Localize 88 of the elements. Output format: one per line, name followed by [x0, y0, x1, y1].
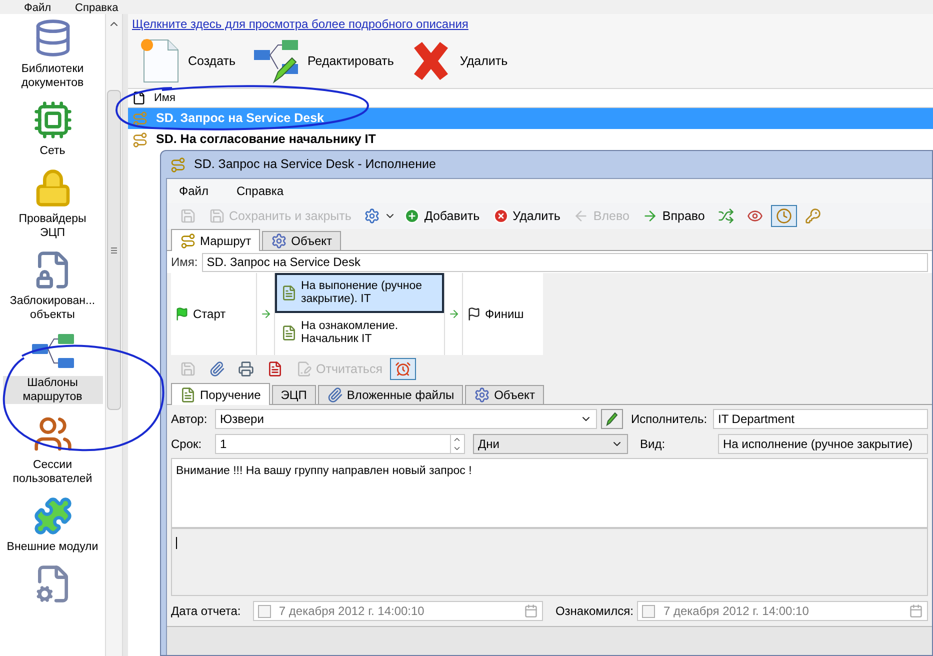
- tab[interactable]: Объект: [465, 385, 544, 404]
- plus-icon: [404, 208, 420, 224]
- toolbar-button[interactable]: Вправо: [637, 205, 710, 227]
- executor-field[interactable]: IT Department: [713, 409, 928, 429]
- flag-icon: [175, 307, 189, 321]
- field-label: Автор:: [171, 411, 208, 428]
- shuffle-icon: [718, 208, 734, 224]
- tab[interactable]: Вложенные файлы: [318, 385, 464, 404]
- route-sign-icon: [170, 156, 186, 172]
- checkbox[interactable]: [258, 604, 271, 618]
- field-label: Срок:: [171, 436, 203, 453]
- arrow-icon: [260, 308, 272, 320]
- settings-icon: [364, 208, 380, 224]
- checkbox[interactable]: [642, 604, 656, 618]
- arrow-icon: [448, 308, 460, 320]
- document-icon: [180, 386, 196, 402]
- menu-item[interactable]: Справка: [75, 2, 118, 14]
- route-start: Старт: [193, 306, 226, 323]
- printer-icon: [238, 361, 254, 377]
- toolbar-button[interactable]: Добавить: [399, 205, 485, 227]
- field-label: Исполнитель:: [631, 411, 708, 428]
- toolbar-button[interactable]: Редактировать: [248, 36, 398, 86]
- field-label: Вид:: [640, 436, 666, 453]
- field-label: Имя:: [171, 254, 198, 271]
- field-label: Дата отчета:: [171, 603, 242, 620]
- author-dropdown[interactable]: Юзвери: [215, 409, 597, 429]
- sidebar-item[interactable]: Шаблоны маршрутов: [2, 332, 102, 404]
- gear-icon: [271, 233, 288, 249]
- calendar-icon: [909, 604, 923, 618]
- save-icon: [209, 208, 225, 224]
- delete-icon: [492, 208, 509, 224]
- sidebar-item[interactable]: Сеть: [2, 100, 102, 158]
- paperclip-icon: [326, 387, 343, 403]
- toolbar-button[interactable]: [770, 205, 797, 227]
- term-spinbox[interactable]: 1: [215, 434, 465, 454]
- grip-icon: [111, 246, 117, 254]
- menu-item[interactable]: Файл: [179, 182, 209, 200]
- document-icon: [132, 91, 146, 105]
- menu-item[interactable]: Справка: [236, 182, 284, 200]
- pdf-document-icon: [267, 361, 283, 377]
- paperclip-icon: [209, 361, 225, 377]
- route-step[interactable]: На выпонение (ручное закрытие). IT: [275, 273, 444, 313]
- menu-item[interactable]: Файл: [24, 2, 52, 14]
- route-sign-icon: [132, 132, 148, 148]
- alarm-clock-icon: [395, 361, 412, 377]
- pencil-icon: [606, 412, 618, 426]
- type-field[interactable]: На исполнение (ручное закрытие): [718, 434, 928, 454]
- date-picker[interactable]: 7 декабря 2012 г. 14:00:10: [637, 601, 928, 621]
- comment-field[interactable]: [171, 528, 928, 596]
- name-field[interactable]: SD. Запрос на Service Desk: [202, 252, 928, 272]
- sidebar-item[interactable]: Заблокирован... объекты: [2, 250, 102, 322]
- sidebar-item[interactable]: Внешние модули: [2, 496, 102, 554]
- key-icon: [804, 208, 821, 224]
- route-sign-icon: [180, 232, 196, 248]
- new-document-icon: [140, 38, 180, 84]
- tab[interactable]: Маршрут: [171, 229, 260, 251]
- document-icon: [281, 325, 297, 341]
- column-header[interactable]: Имя: [128, 88, 933, 108]
- diagram-pencil-icon: [252, 38, 300, 84]
- route-finish: Финиш: [485, 306, 524, 323]
- save-icon: [180, 208, 196, 224]
- gear-icon: [474, 387, 490, 403]
- eye-icon: [746, 208, 763, 224]
- unit-dropdown[interactable]: Дни: [473, 434, 628, 454]
- tab[interactable]: Поручение: [171, 383, 270, 405]
- clock-icon: [776, 208, 792, 224]
- sidebar-item[interactable]: Провайдеры ЭЦП: [2, 168, 102, 240]
- sidebar-item[interactable]: Сессии пользователей: [2, 414, 102, 486]
- route-sign-icon: [132, 110, 148, 126]
- window-title: SD. Запрос на Service Desk - Исполнение: [166, 151, 932, 178]
- field-label: Ознакомился:: [555, 603, 634, 620]
- toolbar-button[interactable]: [390, 358, 416, 380]
- date-picker[interactable]: 7 декабря 2012 г. 14:00:10: [252, 601, 544, 621]
- edit-button[interactable]: [601, 409, 623, 429]
- calendar-icon: [524, 604, 538, 618]
- save-icon: [180, 361, 196, 377]
- tab[interactable]: ЭЦП: [272, 385, 316, 404]
- scrollbar[interactable]: [105, 14, 123, 656]
- sidebar-item[interactable]: Библиотеки документов: [2, 18, 102, 90]
- toolbar-button[interactable]: Удалить: [406, 36, 512, 86]
- message-text: Внимание !!! На вашу группу направлен новый запрос !: [171, 458, 928, 528]
- document-icon: [281, 285, 297, 301]
- document-icon: [296, 361, 312, 377]
- tab[interactable]: Объект: [262, 231, 342, 250]
- toolbar-button[interactable]: Удалить: [488, 205, 566, 227]
- network-card-icon: [32, 100, 72, 140]
- toolbar-button[interactable]: Создать: [136, 36, 240, 86]
- puzzle-icon: [32, 496, 72, 536]
